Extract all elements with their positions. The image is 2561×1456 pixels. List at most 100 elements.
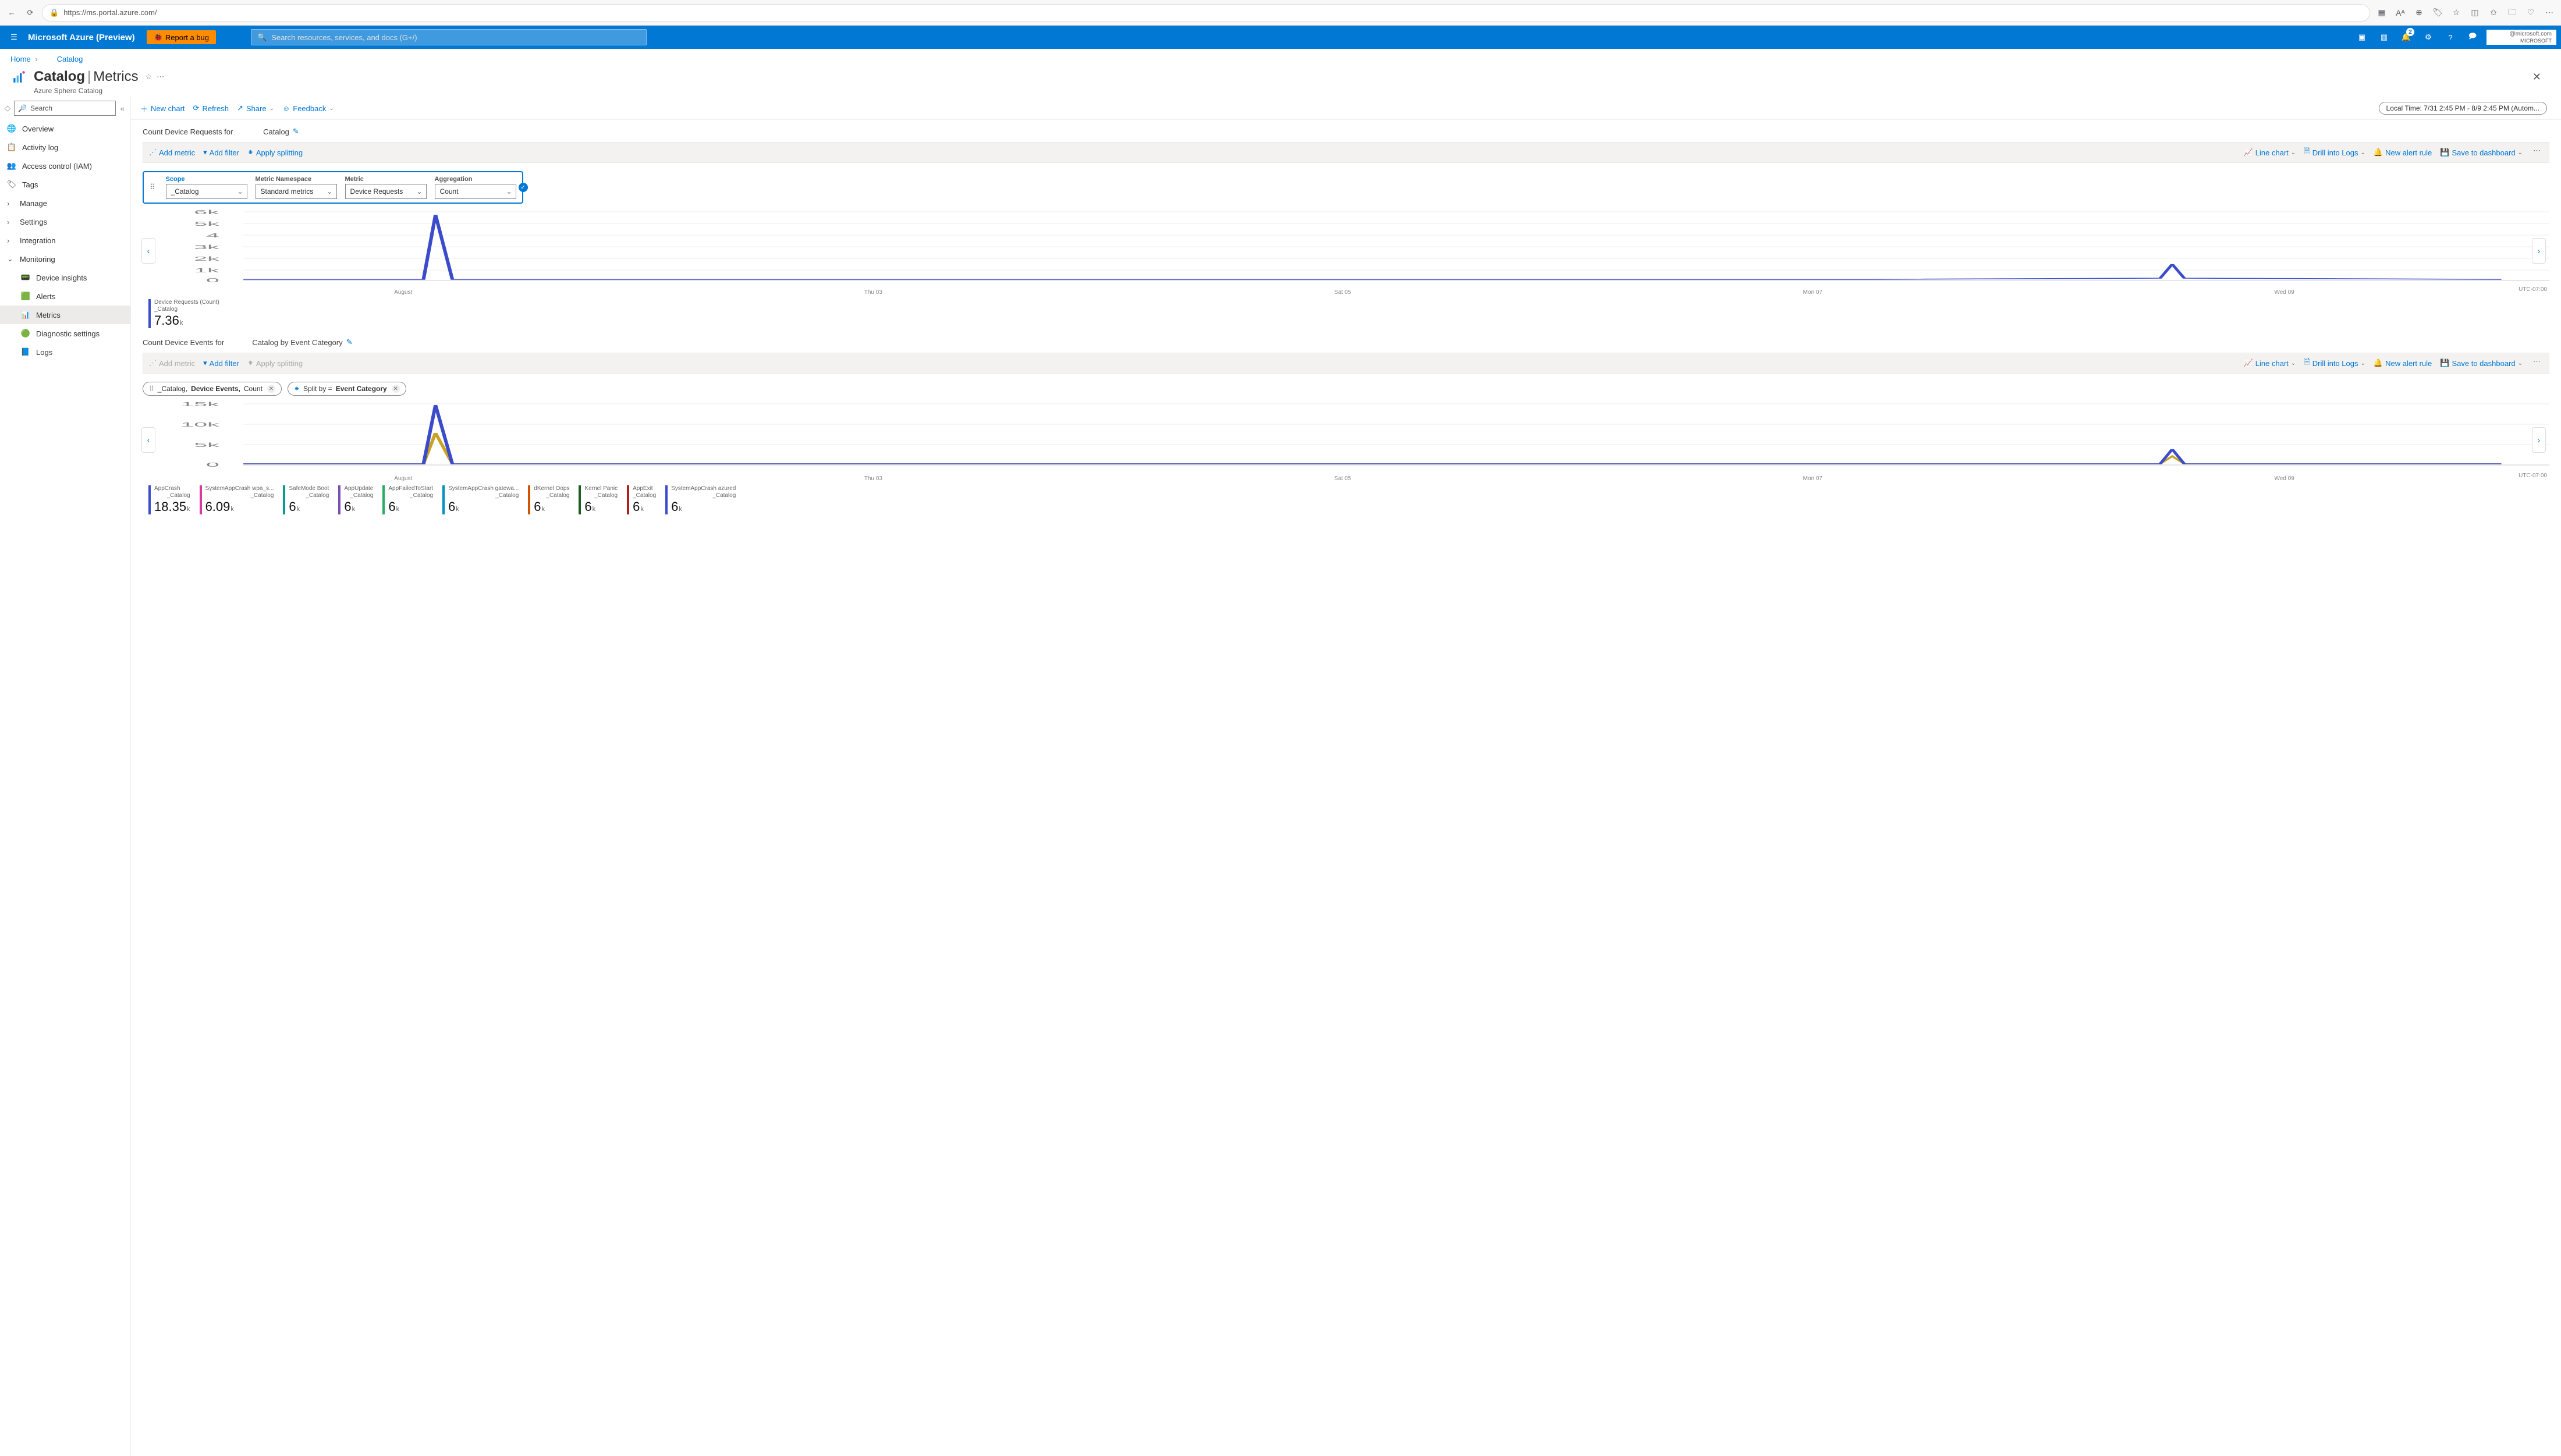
save-dashboard-button[interactable]: 💾Save to dashboard⌄ bbox=[2440, 146, 2523, 159]
cloud-shell-icon[interactable]: ▣ bbox=[2351, 26, 2372, 49]
more-actions-icon[interactable]: ⋯ bbox=[157, 72, 164, 81]
add-filter-button[interactable]: ▾Add filter bbox=[203, 358, 239, 368]
legend-item[interactable]: SystemAppCrash azured_Catalog 6k bbox=[665, 485, 736, 514]
crumb-catalog[interactable]: Catalog bbox=[57, 55, 83, 63]
zoom-icon[interactable]: ⊕ bbox=[2412, 6, 2426, 20]
legend-item[interactable]: AppUpdate_Catalog 6k bbox=[338, 485, 373, 514]
device-insights-icon: 📟 bbox=[21, 273, 30, 282]
drag-handle-icon[interactable]: ⠿ bbox=[150, 183, 158, 192]
favorite-icon[interactable]: ☆ bbox=[2449, 6, 2463, 20]
close-blade-button[interactable]: ✕ bbox=[2528, 69, 2546, 86]
legend-item[interactable]: AppFailedToStart_Catalog 6k bbox=[382, 485, 433, 514]
sidebar-item-manage[interactable]: ›Manage bbox=[0, 194, 130, 212]
refresh-button[interactable]: ⟳ bbox=[23, 6, 37, 20]
split-icon[interactable]: ◫ bbox=[2468, 6, 2482, 20]
address-bar[interactable]: 🔒 https://ms.portal.azure.com/ bbox=[42, 4, 2370, 22]
fav-list-icon[interactable]: ✩ bbox=[2486, 6, 2500, 20]
time-range-picker[interactable]: Local Time: 7/31 2:45 PM - 8/9 2:45 PM (… bbox=[2379, 102, 2547, 115]
apply-check-icon[interactable]: ✓ bbox=[519, 183, 528, 192]
crumb-home[interactable]: Home bbox=[10, 55, 31, 63]
refresh-button[interactable]: ⟳Refresh bbox=[193, 104, 229, 113]
share-icon: ↗ bbox=[237, 104, 243, 113]
scope-select[interactable]: _Catalog bbox=[166, 184, 247, 199]
new-alert-button[interactable]: 🔔New alert rule bbox=[2374, 357, 2432, 370]
sidebar-item-metrics[interactable]: 📊Metrics bbox=[0, 306, 130, 324]
legend-item[interactable]: AppExit_Catalog 6k bbox=[627, 485, 656, 514]
aggregation-select[interactable]: Count bbox=[435, 184, 516, 199]
split-pill[interactable]: ⁕ Split by = Event Category ✕ bbox=[288, 382, 406, 396]
edit-title-icon[interactable]: ✎ bbox=[346, 338, 353, 347]
chart-next-button[interactable]: › bbox=[2532, 427, 2546, 453]
feedback-button[interactable]: ☺Feedback⌄ bbox=[282, 104, 334, 113]
legend-item[interactable]: SystemAppCrash gatewa..._Catalog 6k bbox=[442, 485, 519, 514]
performance-icon[interactable]: ♡ bbox=[2524, 6, 2538, 20]
save-dashboard-button[interactable]: 💾Save to dashboard⌄ bbox=[2440, 357, 2523, 370]
sidebar-item-logs[interactable]: 📘Logs bbox=[0, 343, 130, 361]
feedback-icon[interactable]: 🗩 bbox=[2462, 26, 2483, 49]
chart-type-button[interactable]: 📈Line chart⌄ bbox=[2244, 146, 2296, 159]
sidebar-item-alerts[interactable]: 🟩Alerts bbox=[0, 287, 130, 306]
search-input[interactable] bbox=[271, 33, 640, 42]
chart-prev-button[interactable]: ‹ bbox=[141, 238, 155, 264]
back-button[interactable]: ← bbox=[5, 6, 19, 20]
new-alert-button[interactable]: 🔔New alert rule bbox=[2374, 146, 2432, 159]
shopping-icon[interactable]: 🏷 bbox=[2431, 6, 2445, 20]
metric-pill[interactable]: ⠿ _Catalog, Device Events, Count ✕ bbox=[143, 382, 282, 396]
drill-logs-button[interactable]: 🗎Drill into Logs⌄ bbox=[2304, 357, 2365, 370]
sidebar-item-overview[interactable]: 🌐Overview bbox=[0, 119, 130, 138]
sidebar-item-tags[interactable]: 🏷Tags bbox=[0, 175, 130, 194]
chart-more-icon[interactable]: ⋯ bbox=[2531, 357, 2543, 370]
overview-icon: 🌐 bbox=[7, 124, 16, 133]
report-bug-button[interactable]: 🐞 Report a bug bbox=[147, 30, 216, 44]
legend-item[interactable]: SystemAppCrash wpa_s..._Catalog 6.09k bbox=[200, 485, 274, 514]
collapse-sidebar-icon[interactable]: « bbox=[119, 103, 126, 114]
legend-item[interactable]: dKernel Oops_Catalog 6k bbox=[528, 485, 569, 514]
pin-icon-small[interactable]: ◇ bbox=[5, 104, 10, 113]
azure-brand[interactable]: Microsoft Azure (Preview) bbox=[28, 33, 135, 42]
chart-more-icon[interactable]: ⋯ bbox=[2531, 146, 2543, 159]
user-account[interactable]: @microsoft.com MICROSOFT bbox=[2486, 30, 2556, 45]
sidebar-search[interactable]: 🔎 Search bbox=[14, 101, 116, 116]
sidebar-item-iam[interactable]: 👥Access control (IAM) bbox=[0, 157, 130, 175]
sidebar-item-activity-log[interactable]: 📋Activity log bbox=[0, 138, 130, 157]
legend-item[interactable]: AppCrash_Catalog 18.35k bbox=[148, 485, 190, 514]
new-chart-button[interactable]: ＋New chart bbox=[140, 103, 185, 114]
pin-icon[interactable]: ☆ bbox=[146, 72, 152, 81]
metric-select[interactable]: Device Requests bbox=[345, 184, 427, 199]
notifications-icon[interactable]: 🔔2 bbox=[2396, 26, 2417, 49]
remove-pill-icon[interactable]: ✕ bbox=[267, 385, 275, 393]
legend-item[interactable]: SafeMode Boot_Catalog 6k bbox=[283, 485, 329, 514]
resource-type-label: Azure Sphere Catalog bbox=[0, 87, 2561, 95]
legend-item[interactable]: Kernel Panic_Catalog 6k bbox=[579, 485, 618, 514]
hamburger-icon[interactable]: ☰ bbox=[6, 29, 22, 45]
namespace-select[interactable]: Standard metrics bbox=[256, 184, 337, 199]
apply-splitting-button[interactable]: ⁕Apply splitting bbox=[247, 148, 303, 157]
drill-logs-button[interactable]: 🗎Drill into Logs⌄ bbox=[2304, 146, 2365, 159]
scope-label[interactable]: Scope bbox=[166, 176, 247, 183]
collections-icon[interactable]: 🗀 bbox=[2505, 6, 2519, 20]
chart-next-button[interactable]: › bbox=[2532, 238, 2546, 264]
sidebar-item-settings[interactable]: ›Settings bbox=[0, 212, 130, 231]
share-button[interactable]: ↗Share⌄ bbox=[237, 104, 274, 113]
settings-icon[interactable]: ⚙ bbox=[2418, 26, 2439, 49]
remove-pill-icon[interactable]: ✕ bbox=[392, 385, 400, 393]
chart-type-button[interactable]: 📈Line chart⌄ bbox=[2244, 357, 2296, 370]
split-icon: ⁕ bbox=[247, 358, 254, 368]
help-icon[interactable]: ? bbox=[2440, 26, 2461, 49]
text-size-icon[interactable]: Aᴬ bbox=[2393, 6, 2407, 20]
url-text: https://ms.portal.azure.com/ bbox=[63, 8, 157, 17]
sidebar-item-monitoring[interactable]: ⌄Monitoring bbox=[0, 250, 130, 268]
extensions-icon[interactable]: ▦ bbox=[2375, 6, 2389, 20]
more-icon[interactable]: ⋯ bbox=[2542, 6, 2556, 20]
chart-2-title: Count Device Events for Catalog by Event… bbox=[143, 338, 2549, 347]
sidebar-item-integration[interactable]: ›Integration bbox=[0, 231, 130, 250]
sidebar-item-diagnostic[interactable]: 🟢Diagnostic settings bbox=[0, 324, 130, 343]
legend-item[interactable]: Device Requests (Count) _Catalog 7.36k bbox=[148, 299, 219, 328]
sidebar-item-device-insights[interactable]: 📟Device insights bbox=[0, 268, 130, 287]
directory-icon[interactable]: ▥ bbox=[2374, 26, 2395, 49]
add-metric-button[interactable]: ⋰Add metric bbox=[149, 148, 195, 157]
global-search[interactable]: 🔍 bbox=[251, 29, 647, 45]
chart-prev-button[interactable]: ‹ bbox=[141, 427, 155, 453]
add-filter-button[interactable]: ▾Add filter bbox=[203, 148, 239, 157]
edit-title-icon[interactable]: ✎ bbox=[293, 127, 299, 136]
